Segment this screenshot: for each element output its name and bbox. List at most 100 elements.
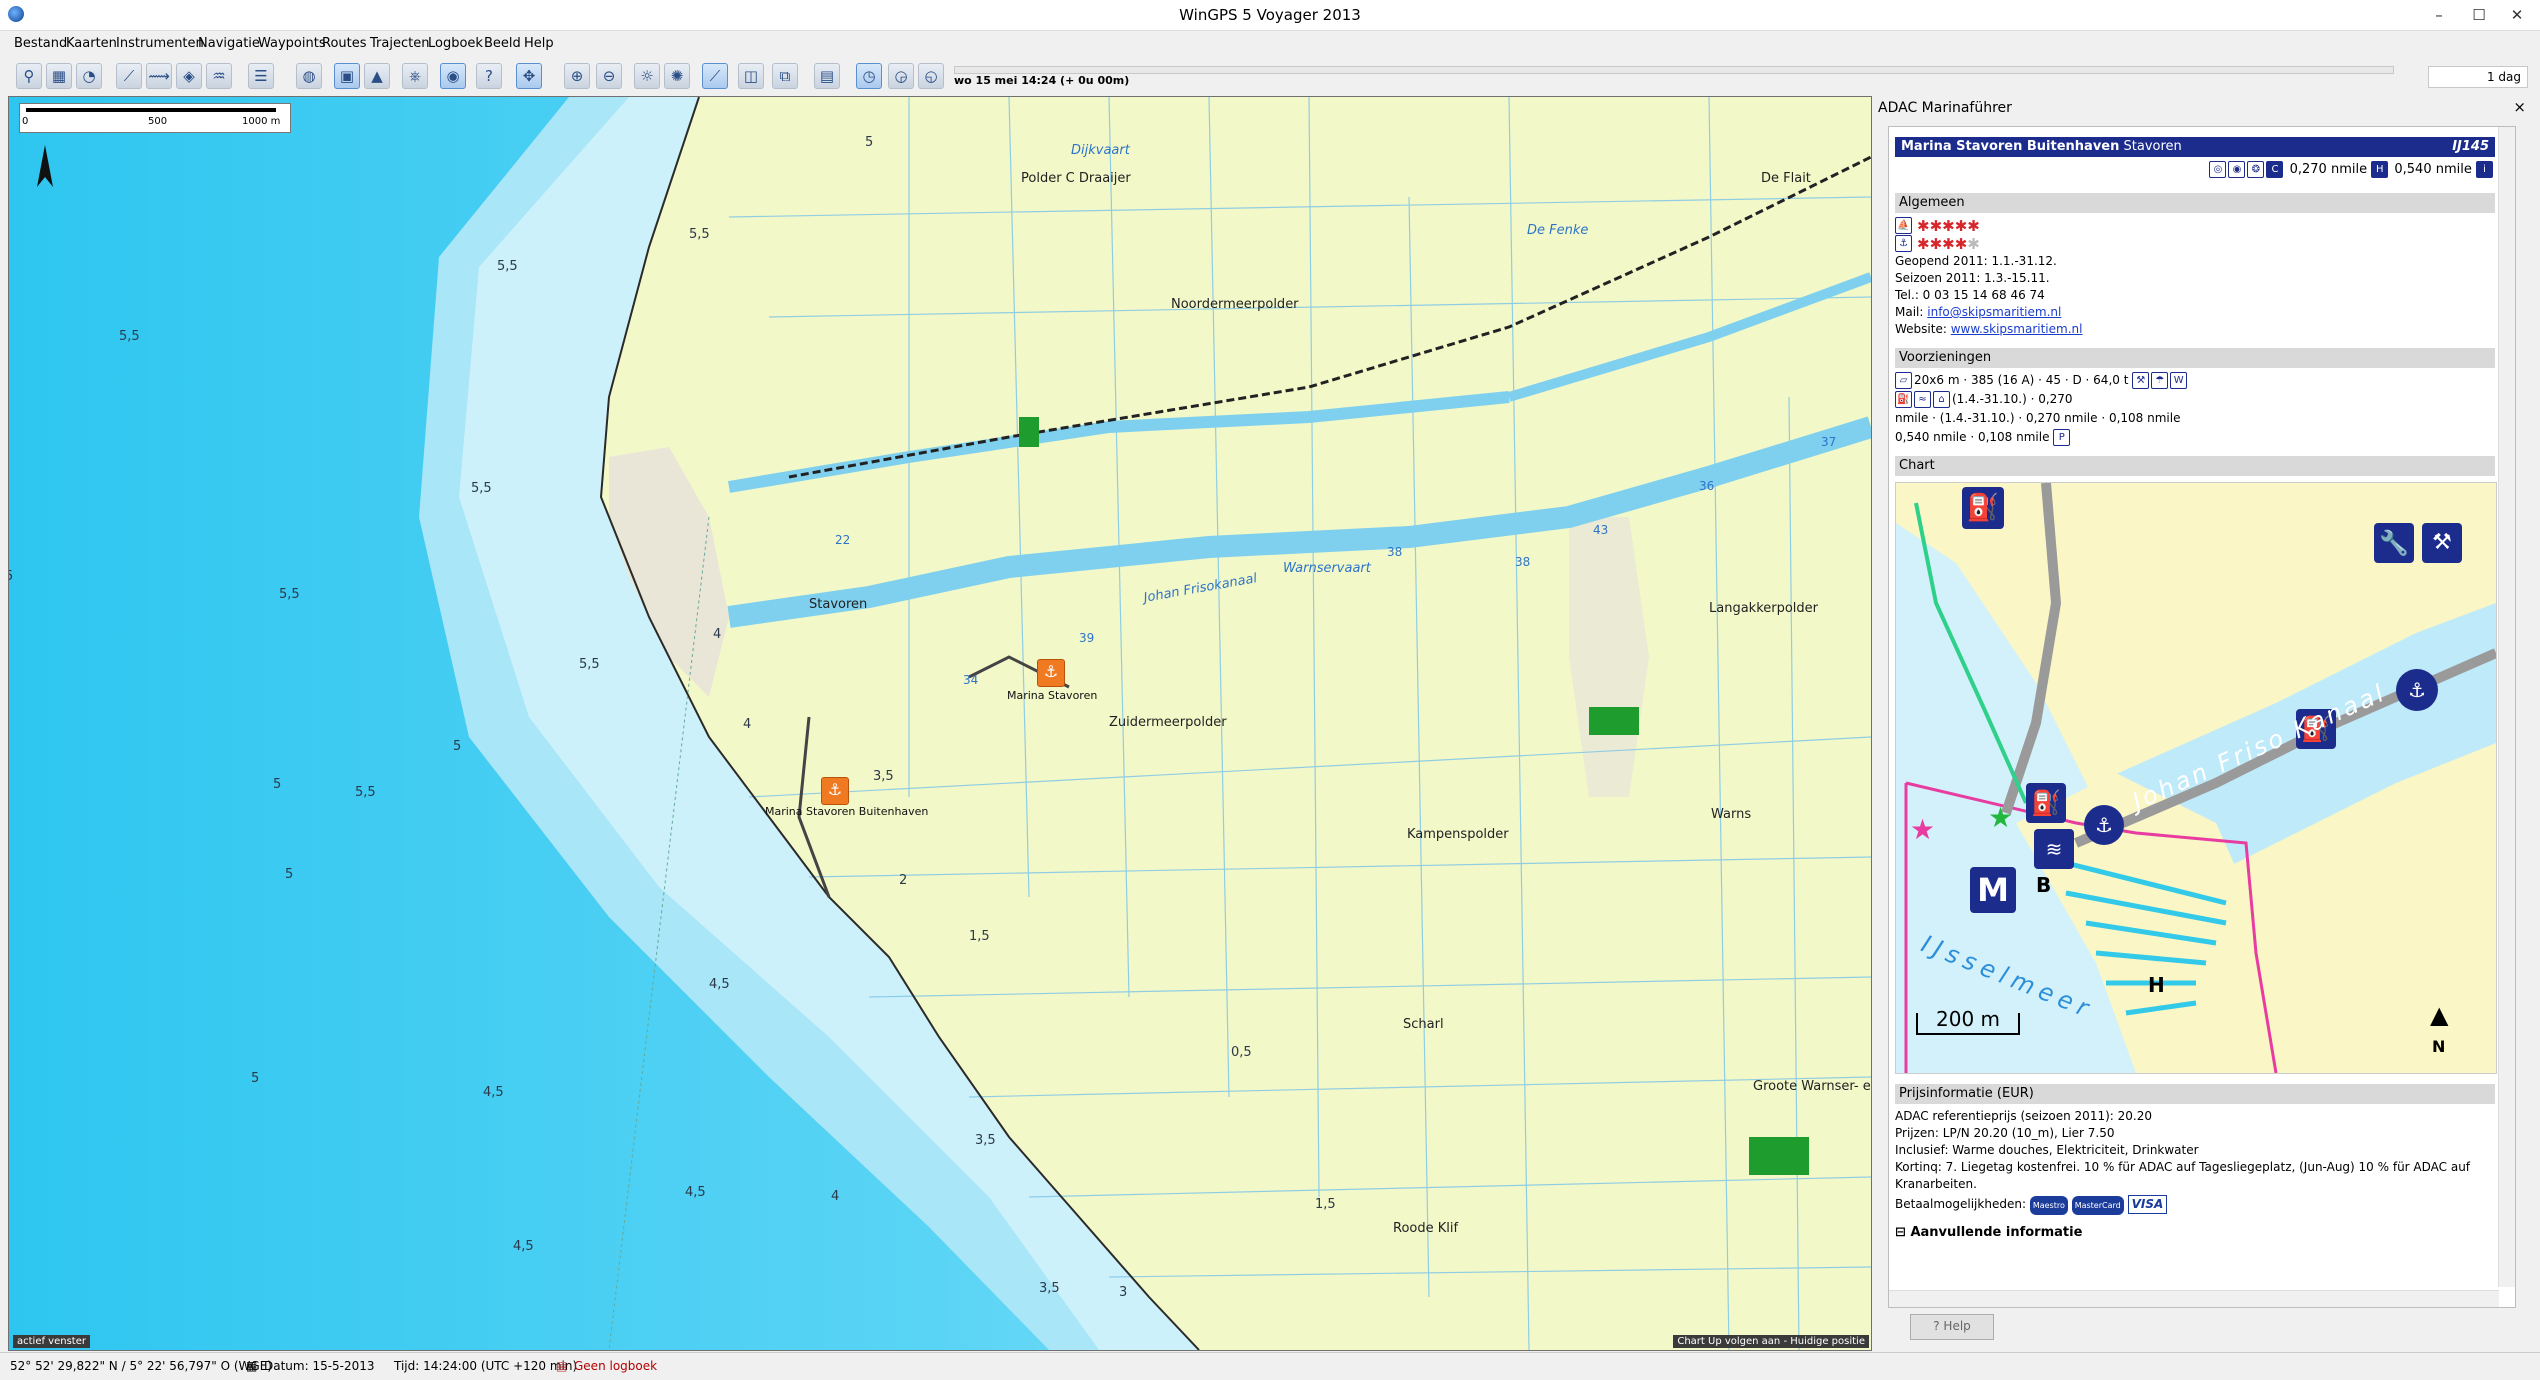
depth-label: 4 <box>743 717 752 732</box>
wheel-icon[interactable]: ⎈ <box>402 63 428 89</box>
depth-label: 4,5 <box>709 977 730 992</box>
mail-label: Mail: <box>1895 305 1924 319</box>
sound-icon[interactable]: ◉ <box>440 63 466 89</box>
depth-label: 5 <box>273 777 282 792</box>
bulb-icon[interactable]: ☼ <box>634 63 660 89</box>
more-info-toggle[interactable]: ⊟ Aanvullende informatie <box>1895 1225 2495 1240</box>
place-label: Polder C Draaijer <box>1021 171 1131 186</box>
zoom-in-icon[interactable]: ⊕ <box>564 63 590 89</box>
marina-label[interactable]: Marina Stavoren <box>1007 689 1097 702</box>
menu-trajecten[interactable]: Trajecten <box>370 36 429 51</box>
help-button[interactable]: ? Help <box>1910 1314 1994 1340</box>
depth-label: 4,5 <box>685 1185 706 1200</box>
layers-icon[interactable]: ☰ <box>248 63 274 89</box>
measure-icon[interactable]: ⟋ <box>702 63 728 89</box>
collapse-icon[interactable]: ⊟ <box>1895 1225 1906 1240</box>
status-logbook[interactable]: Geen logboek <box>574 1359 657 1373</box>
instrument-icon[interactable]: ▦ <box>46 63 72 89</box>
window-title: WinGPS 5 Voyager 2013 <box>1179 6 1361 24</box>
facilities-text-1: 20x6 m · 385 (16 A) · 45 · D · 64,0 t <box>1914 373 2129 387</box>
status-time: Tijd: 14:24:00 (UTC +120 min) <box>394 1359 578 1373</box>
signal-icon[interactable]: ◔ <box>76 63 102 89</box>
depth-label: 5 <box>453 739 462 754</box>
vertical-scrollbar[interactable] <box>2498 127 2515 1287</box>
horizontal-scrollbar[interactable] <box>1889 1290 2499 1307</box>
green-star-icon: ★ <box>1988 801 2014 834</box>
chart-icon[interactable]: ▣ <box>334 63 360 89</box>
marina-place: Stavoren <box>2123 139 2182 154</box>
harbourmaster-icon: ⚓ <box>2396 669 2438 711</box>
route-icon[interactable]: ⟋ <box>116 63 142 89</box>
gps-icon[interactable]: ⚲ <box>16 63 42 89</box>
panels-icon[interactable]: ⧉ <box>772 63 798 89</box>
mail-link[interactable]: info@skipsmaritiem.nl <box>1927 305 2061 319</box>
zoom-out-icon[interactable]: ⊖ <box>596 63 622 89</box>
clock-icon[interactable]: ◷ <box>856 63 882 89</box>
payment-row: Betaalmogelijkheden: Maestro MasterCard … <box>1895 1195 2495 1215</box>
track-icon[interactable]: ⟿ <box>146 63 172 89</box>
depth-label: 3,5 <box>975 1133 996 1148</box>
price-line: Inclusief: Warme douches, Elektriciteit,… <box>1895 1143 2199 1157</box>
time-slider-track[interactable] <box>954 66 2394 74</box>
panel-close-button[interactable]: × <box>2513 98 2526 116</box>
price-line: Kranarbeiten. <box>1895 1177 1977 1191</box>
scale-bar: 0 500 1000 m <box>19 103 291 133</box>
harbour-chart[interactable]: ⛽ 🔧 ⚒ ⚓ ⛽ ⛽ ⚓ ≋ M B H ★ ★ Johan Friso Ka… <box>1895 482 2497 1074</box>
website-link[interactable]: www.skipsmaritiem.nl <box>1951 322 2083 336</box>
help-icon: ? <box>1933 1319 1940 1333</box>
depth-label: 3 <box>1119 1285 1128 1300</box>
place-label: Roode Klif <box>1393 1221 1459 1236</box>
menu-logboek[interactable]: Logboek <box>428 36 483 51</box>
mail-row: Mail: info@skipsmaritiem.nl <box>1895 304 2495 321</box>
menu-beeld[interactable]: Beeld <box>484 36 521 51</box>
depth-label: 4 <box>831 1189 840 1204</box>
time-label: wo 15 mei 14:24 (+ 0u 00m) <box>954 74 1130 87</box>
depth-label: 4,5 <box>513 1239 534 1254</box>
marina-code: IJ145 <box>2452 139 2489 154</box>
menu-navigatie[interactable]: Navigatie <box>198 36 260 51</box>
place-label: Scharl <box>1403 1017 1444 1032</box>
time-range-select[interactable]: 1 dag <box>2428 66 2528 88</box>
facilities-text-3: nmile · (1.4.-31.10.) · 0,270 nmile · 0,… <box>1895 411 2181 425</box>
window-icon[interactable]: ◫ <box>738 63 764 89</box>
menu-bestand[interactable]: Bestand <box>14 36 67 51</box>
help-icon[interactable]: ? <box>476 63 502 89</box>
fuel-icon: ⛽ <box>1895 391 1912 408</box>
marina-anchor-icon[interactable]: ⚓ <box>821 777 849 805</box>
marina-guide-panel: ADAC Marinaführer × Marina Stavoren Buit… <box>1872 96 2532 1349</box>
clock-back-icon[interactable]: ◶ <box>888 63 914 89</box>
tide-icon[interactable]: ♒ <box>206 63 232 89</box>
rating-wheels-icon: ✱✱✱✱✱ <box>1917 217 1980 235</box>
time-slider[interactable]: wo 15 mei 14:24 (+ 0u 00m) <box>954 64 2394 88</box>
marina-label[interactable]: Marina Stavoren Buitenhaven <box>765 805 928 818</box>
distance-1: 0,270 nmile <box>2289 162 2368 177</box>
boat-icon: ⛵ <box>1895 217 1912 234</box>
waypoint-icon[interactable]: ◈ <box>176 63 202 89</box>
marina-anchor-icon[interactable]: ⚓ <box>1037 659 1065 687</box>
info-icon: i <box>2476 161 2493 178</box>
bulb-on-icon[interactable]: ✺ <box>664 63 690 89</box>
globe-icon[interactable]: ◍ <box>296 63 322 89</box>
facilities-line-3: nmile · (1.4.-31.10.) · 0,270 nmile · 0,… <box>1895 410 2495 427</box>
menu-help[interactable]: Help <box>524 36 554 51</box>
depth-label: 2 <box>899 873 908 888</box>
clock-forward-icon[interactable]: ◵ <box>918 63 944 89</box>
landscape-icon[interactable]: ▲ <box>364 63 390 89</box>
marina-document[interactable]: Marina Stavoren Buitenhaven Stavoren IJ1… <box>1888 126 2516 1308</box>
rating-wheels-2-icon: ✱✱✱✱✱ <box>1917 235 1980 253</box>
marina-header: Marina Stavoren Buitenhaven Stavoren IJ1… <box>1895 137 2495 157</box>
map-view[interactable]: 0 500 1000 m Polder C Draaijer De Flait … <box>8 96 1872 1351</box>
menu-waypoints[interactable]: Waypoints <box>258 36 326 51</box>
close-window-button[interactable]: ✕ <box>2494 0 2540 30</box>
move-icon[interactable]: ✥ <box>516 63 542 89</box>
place-label: Groote Warnser- e <box>1753 1079 1871 1094</box>
parking-icon: P <box>2053 429 2071 446</box>
menu-kaarten[interactable]: Kaarten <box>66 36 117 51</box>
water-label: Dijkvaart <box>1071 143 1130 158</box>
depth-label: 4,5 <box>483 1085 504 1100</box>
menu-instrumenten[interactable]: Instrumenten <box>116 36 204 51</box>
folder-icon[interactable]: ▤ <box>814 63 840 89</box>
scale-label-1000: 1000 m <box>242 116 281 127</box>
depth-label: 5,5 <box>497 259 518 274</box>
menu-routes[interactable]: Routes <box>322 36 367 51</box>
